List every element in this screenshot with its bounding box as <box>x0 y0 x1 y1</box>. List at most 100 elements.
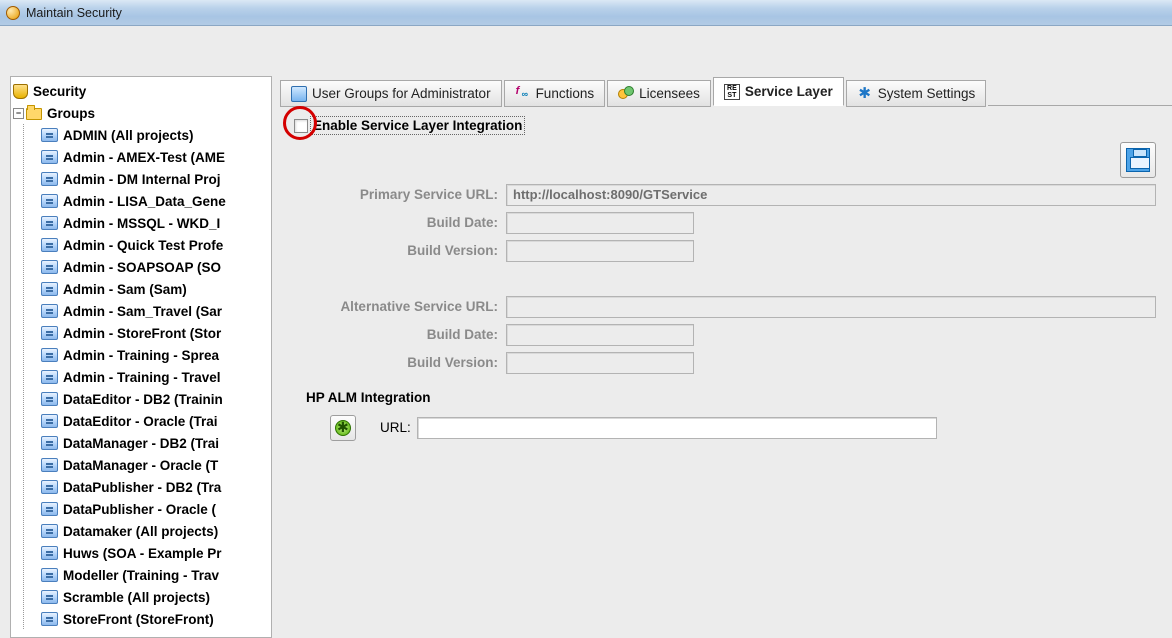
tree-group-item[interactable]: Admin - Sam (Sam) <box>13 278 269 300</box>
alt-build-date-label: Build Date: <box>296 327 506 342</box>
group-icon <box>41 590 58 604</box>
tree-group-item[interactable]: Admin - DM Internal Proj <box>13 168 269 190</box>
tree-item-label: Admin - Sam_Travel (Sar <box>61 304 222 319</box>
enable-service-layer-label: Enable Service Layer Integration <box>310 116 525 135</box>
enable-service-layer-checkbox[interactable] <box>294 119 308 133</box>
tree-group-item[interactable]: Huws (SOA - Example Pr <box>13 542 269 564</box>
tree-item-label: Admin - Training - Travel <box>61 370 221 385</box>
tree-group-item[interactable]: Admin - StoreFront (Stor <box>13 322 269 344</box>
alm-settings-button[interactable] <box>330 415 356 441</box>
tree-groups-label: Groups <box>45 106 95 121</box>
tree-guide-line <box>19 146 27 168</box>
alm-url-field[interactable] <box>417 417 937 439</box>
tree-group-item[interactable]: Admin - Quick Test Profe <box>13 234 269 256</box>
system-settings-icon: ✱ <box>857 86 873 102</box>
tree-groups-node[interactable]: − Groups <box>13 102 269 124</box>
primary-service-url-label: Primary Service URL: <box>296 187 506 202</box>
group-icon <box>41 194 58 208</box>
tree-group-item[interactable]: DataPublisher - DB2 (Tra <box>13 476 269 498</box>
tree-guide-line <box>19 432 27 454</box>
tree-group-item[interactable]: ADMIN (All projects) <box>13 124 269 146</box>
app-icon <box>6 6 20 20</box>
tree-item-label: Admin - Sam (Sam) <box>61 282 187 297</box>
tree-group-item[interactable]: Datamaker (All projects) <box>13 520 269 542</box>
group-icon <box>41 348 58 362</box>
tree-group-item[interactable]: Modeller (Training - Trav <box>13 564 269 586</box>
tree-group-item[interactable]: Admin - SOAPSOAP (SO <box>13 256 269 278</box>
tree-panel: Security − Groups ADMIN (All projects)Ad… <box>10 76 272 638</box>
window-title: Maintain Security <box>26 6 122 20</box>
tree-group-item[interactable]: Admin - Training - Travel <box>13 366 269 388</box>
tree-item-label: Admin - SOAPSOAP (SO <box>61 260 221 275</box>
tree-guide-line <box>19 256 27 278</box>
tree-group-item[interactable]: Admin - AMEX-Test (AME <box>13 146 269 168</box>
save-icon <box>1126 148 1150 172</box>
tree-item-label: Admin - DM Internal Proj <box>61 172 221 187</box>
alt-build-version-label: Build Version: <box>296 355 506 370</box>
tree-group-item[interactable]: Admin - Sam_Travel (Sar <box>13 300 269 322</box>
tab-system-settings[interactable]: ✱ System Settings <box>846 80 987 107</box>
security-tree: Security − Groups ADMIN (All projects)Ad… <box>11 77 271 633</box>
tree-group-item[interactable]: DataPublisher - Oracle ( <box>13 498 269 520</box>
primary-build-date-field <box>506 212 694 234</box>
tree-guide-line <box>19 410 27 432</box>
tree-group-item[interactable]: Admin - MSSQL - WKD_I <box>13 212 269 234</box>
group-icon <box>41 414 58 428</box>
group-icon <box>41 612 58 626</box>
primary-service-url-field[interactable]: http://localhost:8090/GTService <box>506 184 1156 206</box>
primary-service-section: Primary Service URL: http://localhost:80… <box>296 184 1156 441</box>
tree-guide-line <box>19 190 27 212</box>
tree-guide-line <box>19 564 27 586</box>
tree-group-item[interactable]: DataEditor - Oracle (Trai <box>13 410 269 432</box>
tree-guide-line <box>19 366 27 388</box>
tree-group-item[interactable]: Admin - LISA_Data_Gene <box>13 190 269 212</box>
tree-guide-line <box>19 388 27 410</box>
group-icon <box>41 282 58 296</box>
tree-item-label: StoreFront (StoreFront) <box>61 612 214 627</box>
tab-service-layer[interactable]: RE ST Service Layer <box>713 77 844 106</box>
tree-guide-line <box>19 322 27 344</box>
group-icon <box>41 216 58 230</box>
tree-item-label: Huws (SOA - Example Pr <box>61 546 222 561</box>
group-icon <box>41 546 58 560</box>
tree-group-item[interactable]: Admin - Training - Sprea <box>13 344 269 366</box>
tree-item-label: Scramble (All projects) <box>61 590 210 605</box>
folder-icon <box>26 108 42 120</box>
tree-group-item[interactable]: DataManager - DB2 (Trai <box>13 432 269 454</box>
tree-group-item[interactable]: StoreFront (StoreFront) <box>13 608 269 630</box>
tree-item-label: DataManager - Oracle (T <box>61 458 218 473</box>
group-icon <box>41 128 58 142</box>
tree-group-item[interactable]: Scramble (All projects) <box>13 586 269 608</box>
tree-guide-line <box>19 476 27 498</box>
tree-item-label: Modeller (Training - Trav <box>61 568 219 583</box>
tree-root-security[interactable]: Security <box>13 80 269 102</box>
group-icon <box>41 326 58 340</box>
tab-user-groups[interactable]: User Groups for Administrator <box>280 80 502 107</box>
tab-service-layer-label: Service Layer <box>745 84 833 99</box>
group-icon <box>41 260 58 274</box>
save-button[interactable] <box>1120 142 1156 178</box>
tab-system-settings-label: System Settings <box>878 86 976 101</box>
tree-item-label: Admin - StoreFront (Stor <box>61 326 221 341</box>
tree-item-label: Admin - Training - Sprea <box>61 348 219 363</box>
tree-group-item[interactable]: DataEditor - DB2 (Trainin <box>13 388 269 410</box>
primary-build-date-label: Build Date: <box>296 215 506 230</box>
alm-integration-heading: HP ALM Integration <box>306 390 1156 405</box>
tabstrip-filler <box>988 78 1172 106</box>
tree-group-item[interactable]: DataManager - Oracle (T <box>13 454 269 476</box>
service-layer-panel: Enable Service Layer Integration Primary… <box>280 106 1172 449</box>
group-icon <box>41 238 58 252</box>
tree-guide-line <box>19 168 27 190</box>
tab-licensees[interactable]: Licensees <box>607 80 711 107</box>
tree-collapse-icon[interactable]: − <box>13 108 24 119</box>
enable-service-layer-checkbox-wrap[interactable]: Enable Service Layer Integration <box>294 116 525 135</box>
tree-guide-line <box>19 586 27 608</box>
group-icon <box>41 436 58 450</box>
shield-icon <box>13 84 28 99</box>
tree-item-label: Datamaker (All projects) <box>61 524 218 539</box>
tab-user-groups-label: User Groups for Administrator <box>312 86 491 101</box>
alt-service-url-field[interactable] <box>506 296 1156 318</box>
tree-guide-line <box>19 300 27 322</box>
tab-functions[interactable]: Functions <box>504 80 606 107</box>
window-titlebar: Maintain Security <box>0 0 1172 26</box>
